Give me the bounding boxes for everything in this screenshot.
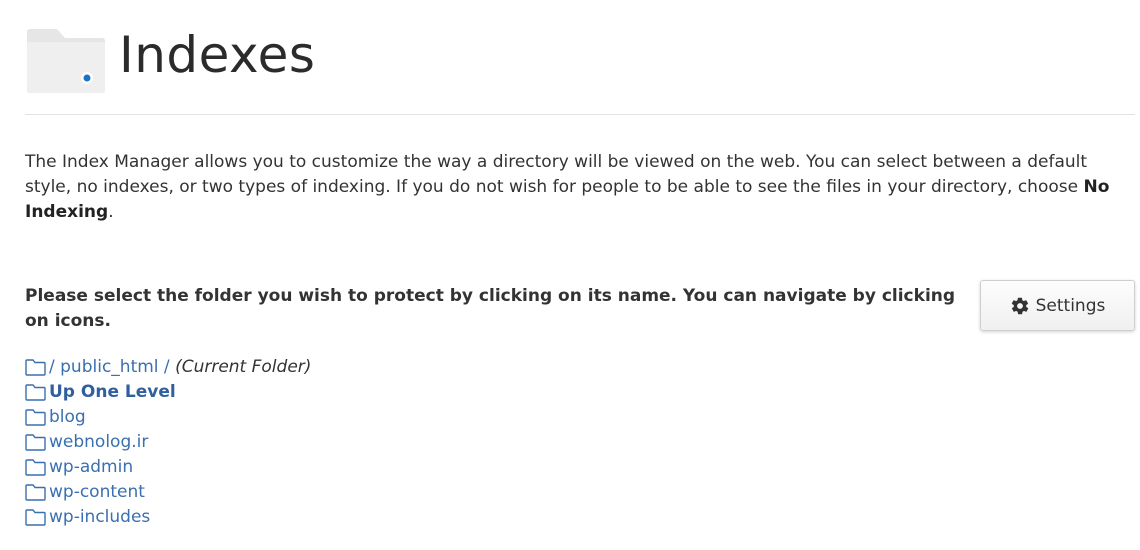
- up-one-level-link[interactable]: Up One Level: [49, 380, 176, 405]
- folder-eye-icon: [27, 29, 105, 93]
- folder-link[interactable]: wp-admin: [49, 455, 133, 480]
- root-link[interactable]: /: [49, 355, 55, 380]
- description-text: The Index Manager allows you to customiz…: [25, 150, 1125, 225]
- current-folder-note: (Current Folder): [175, 357, 312, 377]
- folder-icon[interactable]: [25, 409, 47, 426]
- current-folder-link[interactable]: public_html: [60, 355, 158, 380]
- description-end: .: [108, 202, 114, 222]
- page-title: Indexes: [119, 26, 316, 84]
- folder-icon[interactable]: [25, 359, 47, 376]
- folder-link[interactable]: wp-content: [49, 480, 145, 505]
- folder-icon[interactable]: [25, 484, 47, 501]
- current-folder-row: / public_html / (Current Folder): [25, 355, 311, 380]
- description-body: The Index Manager allows you to customiz…: [25, 152, 1088, 197]
- folder-icon[interactable]: [25, 384, 47, 401]
- gear-icon: [1011, 297, 1028, 314]
- up-one-level-row[interactable]: Up One Level: [25, 380, 311, 405]
- folder-link[interactable]: wp-includes: [49, 505, 150, 530]
- settings-button-label: Settings: [1035, 295, 1106, 316]
- folder-list: / public_html / (Current Folder) Up One …: [25, 355, 311, 530]
- folder-link[interactable]: webnolog.ir: [49, 430, 148, 455]
- folder-icon[interactable]: [25, 509, 47, 526]
- folder-item-wp-includes[interactable]: wp-includes: [25, 505, 311, 530]
- settings-button[interactable]: Settings: [980, 280, 1135, 331]
- folder-icon[interactable]: [25, 434, 47, 451]
- folder-link[interactable]: blog: [49, 405, 86, 430]
- folder-item-wp-content[interactable]: wp-content: [25, 480, 311, 505]
- folder-item-wp-admin[interactable]: wp-admin: [25, 455, 311, 480]
- path-separator: /: [163, 357, 170, 377]
- folder-item-webnolog[interactable]: webnolog.ir: [25, 430, 311, 455]
- instruction-text: Please select the folder you wish to pro…: [25, 286, 956, 331]
- page-header: Indexes: [25, 20, 1135, 115]
- folder-icon[interactable]: [25, 459, 47, 476]
- folder-item-blog[interactable]: blog: [25, 405, 311, 430]
- index-manager-page: Indexes The Index Manager allows you to …: [0, 0, 1140, 550]
